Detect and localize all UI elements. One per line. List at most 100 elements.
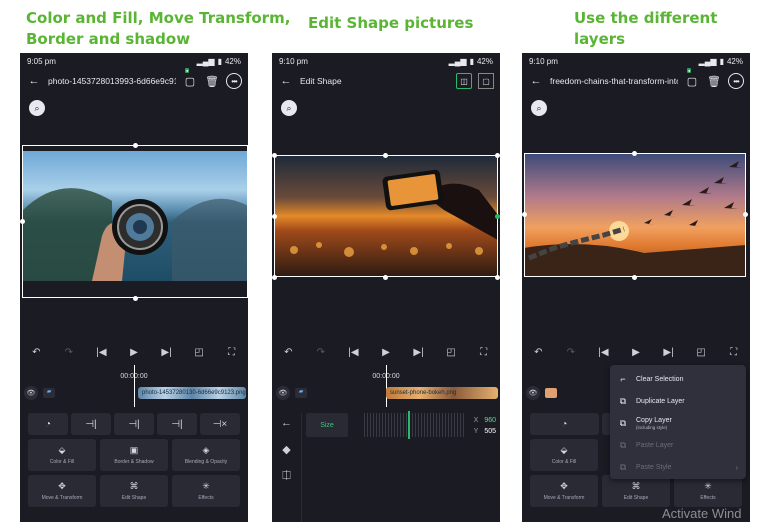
mask-shape-icon[interactable]: ▢ <box>478 73 494 89</box>
fullscreen-icon[interactable]: ⛶ <box>225 347 239 358</box>
shape-icon: ⌘ <box>129 481 139 491</box>
coordinate-readout: X 960 Y 505 <box>474 415 496 437</box>
paste-icon: ⧉ <box>619 439 627 450</box>
layer-clip[interactable]: sunset-phone-bokeh.png <box>386 387 498 399</box>
y-value[interactable]: 505 <box>484 428 496 435</box>
more-options-icon[interactable]: ••• <box>226 73 242 89</box>
keyframe-icon[interactable]: ◰ <box>444 347 458 358</box>
menu-item-paste-layer[interactable]: ⧉ Paste Layer <box>610 434 746 456</box>
menu-item-copy-layer[interactable]: ⧉ Copy Layer (including style) <box>610 412 746 434</box>
back-arrow-icon[interactable]: ← <box>278 73 294 89</box>
resize-handle[interactable] <box>133 143 138 148</box>
trash-icon[interactable]: 🗑 <box>706 73 722 89</box>
phone-screen-color-fill: 9:05 pm ▂▄▆ ▮ 42% ← photo-1453728013993-… <box>20 53 248 522</box>
skip-start-icon[interactable]: |◀ <box>346 347 360 358</box>
caption-middle: Edit Shape pictures <box>308 14 474 32</box>
resize-handle[interactable] <box>495 275 500 280</box>
size-button[interactable]: Size <box>306 413 348 437</box>
resize-handle[interactable] <box>272 275 277 280</box>
edit-shape-button[interactable]: ⌘ Edit Shape <box>602 475 670 507</box>
fullscreen-icon[interactable]: ⛶ <box>727 347 741 358</box>
move-transform-button[interactable]: ✥ Move & Transform <box>530 475 598 507</box>
redo-icon[interactable]: ↷ <box>564 347 578 358</box>
undo-icon[interactable]: ↶ <box>531 347 545 358</box>
resize-handle[interactable] <box>743 212 748 217</box>
blending-opacity-button[interactable]: ◈ Blending & Opacity <box>172 439 240 471</box>
back-arrow-icon[interactable]: ← <box>528 73 544 89</box>
keyframe-icon[interactable]: ◰ <box>694 347 708 358</box>
play-icon[interactable]: ▶ <box>127 347 141 358</box>
menu-item-paste-style[interactable]: ⧉ Paste Style › <box>610 456 746 478</box>
resize-handle[interactable] <box>522 212 527 217</box>
size-slider[interactable] <box>364 413 464 437</box>
layer-clip[interactable]: photo-14537280130-6d66e9c9123.png <box>138 387 246 399</box>
eye-icon[interactable]: 👁 <box>526 386 540 400</box>
skip-end-icon[interactable]: ▶| <box>662 347 676 358</box>
skip-start-icon[interactable]: |◀ <box>94 347 108 358</box>
x-label: X <box>473 417 479 424</box>
fullscreen-icon[interactable]: ⛶ <box>477 347 491 358</box>
paint-bucket-icon: ⬙ <box>560 445 568 455</box>
keyframe-icon[interactable]: ◰ <box>192 347 206 358</box>
selection-frame[interactable] <box>524 153 746 277</box>
split-icon[interactable]: ⊣| <box>71 413 111 435</box>
flip-icon[interactable]: ⎅ <box>282 470 291 483</box>
skip-end-icon[interactable]: ▶| <box>412 347 426 358</box>
edit-shape-button[interactable]: ⌘ Edit Shape <box>100 475 168 507</box>
resize-handle[interactable] <box>383 275 388 280</box>
color-fill-button[interactable]: ⬙ Color & Fill <box>28 439 96 471</box>
selection-frame[interactable] <box>22 145 248 298</box>
resize-handle[interactable] <box>383 153 388 158</box>
redo-icon[interactable]: ↷ <box>62 347 76 358</box>
selection-frame[interactable] <box>274 155 498 277</box>
move-transform-button[interactable]: ✥ Move & Transform <box>28 475 96 507</box>
tool-panel: ◔ ⊣| ⊣| ⊣| ⊣× ⬙ Color & Fill ▣ Border & Sh… <box>28 413 240 514</box>
resize-handle[interactable] <box>632 151 637 156</box>
resize-handle[interactable] <box>272 214 277 219</box>
phone-screen-edit-shape: 9:10 pm ▂▄▆ ▮ 42% ← Edit Shape ◫ ▢ ⌕ ↶ ↷… <box>272 53 500 522</box>
skip-start-icon[interactable]: |◀ <box>596 347 610 358</box>
redo-icon[interactable]: ↷ <box>314 347 328 358</box>
back-arrow-icon[interactable]: ← <box>281 417 292 429</box>
speed-icon[interactable]: ◔ <box>28 413 68 435</box>
x-value[interactable]: 960 <box>484 417 496 424</box>
resize-handle[interactable] <box>20 219 25 224</box>
zoom-icon[interactable]: ⌕ <box>281 100 297 116</box>
eye-icon[interactable]: 👁 <box>24 386 38 400</box>
play-icon[interactable]: ▶ <box>379 347 393 358</box>
play-icon[interactable]: ▶ <box>629 347 643 358</box>
color-fill-button[interactable]: ⬙ Color & Fill <box>530 439 598 471</box>
effects-button[interactable]: ✳ Effects <box>674 475 742 507</box>
layers-icon[interactable]: ▢ ● <box>182 68 198 89</box>
more-options-icon[interactable]: ••• <box>728 73 744 89</box>
blend-icon: ◈ <box>202 445 210 455</box>
undo-icon[interactable]: ↶ <box>281 347 295 358</box>
zoom-icon[interactable]: ⌕ <box>531 100 547 116</box>
delete-segment-icon[interactable]: ⊣× <box>200 413 240 435</box>
eye-icon[interactable]: 👁 <box>276 386 290 400</box>
menu-item-duplicate-layer[interactable]: ⧉ Duplicate Layer <box>610 390 746 412</box>
speed-icon[interactable]: ◔ <box>530 413 599 435</box>
clear-selection-icon: ⌐ <box>620 374 626 384</box>
resize-handle[interactable] <box>272 153 277 158</box>
menu-item-clear-selection[interactable]: ⌐ Clear Selection <box>610 368 746 390</box>
crop-shape-icon[interactable]: ◫ <box>456 73 472 89</box>
active-resize-handle[interactable] <box>495 214 500 219</box>
size-slider-knob[interactable] <box>408 411 410 439</box>
trim-right-icon[interactable]: ⊣| <box>157 413 197 435</box>
layers-icon[interactable]: ▢ ● <box>684 68 700 89</box>
zoom-icon[interactable]: ⌕ <box>29 100 45 116</box>
resize-handle[interactable] <box>495 153 500 158</box>
resize-handle[interactable] <box>632 275 637 280</box>
border-icon: ▣ <box>129 445 139 455</box>
undo-icon[interactable]: ↶ <box>29 347 43 358</box>
skip-end-icon[interactable]: ▶| <box>160 347 174 358</box>
trash-icon[interactable]: 🗑 <box>204 73 220 89</box>
border-shadow-button[interactable]: ▣ Border & Shadow <box>100 439 168 471</box>
back-arrow-icon[interactable]: ← <box>26 73 42 89</box>
move-icon: ✥ <box>560 481 568 491</box>
resize-handle[interactable] <box>133 296 138 301</box>
effects-button[interactable]: ✳ Effects <box>172 475 240 507</box>
diamond-icon[interactable]: ◆ <box>282 443 290 456</box>
trim-left-icon[interactable]: ⊣| <box>114 413 154 435</box>
